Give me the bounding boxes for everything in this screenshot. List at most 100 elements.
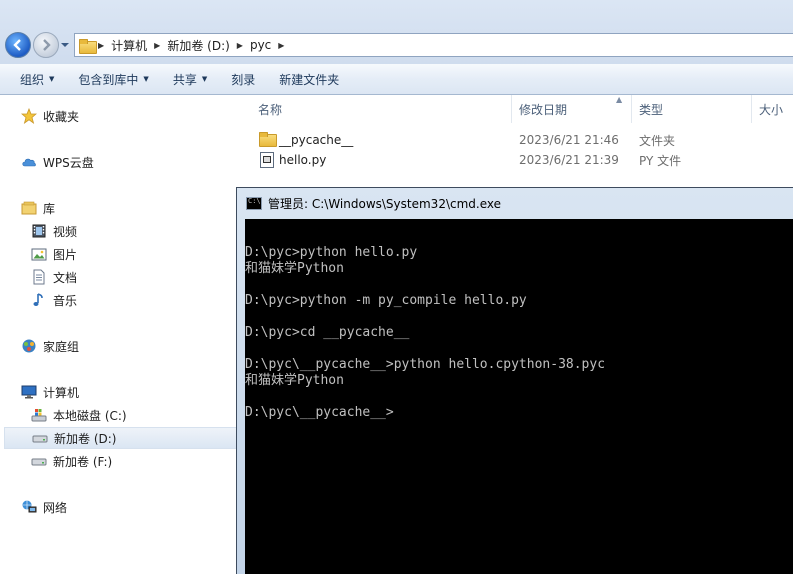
nav-item-homegroup[interactable]: 家庭组 <box>21 335 79 357</box>
chevron-down-icon: ▼ <box>143 75 149 83</box>
nav-item-volume-d[interactable]: 新加卷 (D:) <box>4 427 240 449</box>
nav-label: 新加卷 (D:) <box>54 431 117 446</box>
nav-item-computer[interactable]: 计算机 <box>21 381 79 403</box>
nav-item-pictures[interactable]: 图片 <box>31 243 77 265</box>
organize-button[interactable]: 组织 ▼ <box>8 71 66 88</box>
arrow-right-icon <box>43 39 51 51</box>
breadcrumb-separator-icon[interactable]: ▶ <box>234 41 246 50</box>
breadcrumb-separator-icon[interactable]: ▶ <box>151 41 163 50</box>
file-type: PY 文件 <box>639 153 682 168</box>
cloud-icon <box>21 154 37 170</box>
drive-icon <box>32 430 48 446</box>
console-line: D:\pyc>python -m py_compile hello.py <box>245 293 527 308</box>
nav-item-videos[interactable]: 视频 <box>31 220 77 242</box>
cmd-title: 管理员: C:\Windows\System32\cmd.exe <box>268 196 501 211</box>
recent-pages-dropdown-icon[interactable] <box>60 40 70 50</box>
command-toolbar: 组织 ▼ 包含到库中 ▼ 共享 ▼ 刻录 新建文件夹 <box>0 64 793 95</box>
file-list-header: ▲ 名称 修改日期 类型 大小 <box>240 95 793 123</box>
console-line: D:\pyc>python hello.py <box>245 245 418 260</box>
cmd-title-bar[interactable]: 管理员: C:\Windows\System32\cmd.exe <box>237 188 793 218</box>
chevron-down-icon: ▼ <box>49 75 55 83</box>
console-line: D:\pyc>cd __pycache__ <box>245 325 410 340</box>
file-name: hello.py <box>279 153 327 167</box>
folder-icon <box>79 38 97 54</box>
column-header-modified[interactable]: 修改日期 <box>519 101 567 118</box>
system-drive-icon <box>31 407 47 423</box>
film-icon <box>31 223 47 239</box>
nav-item-local-disk-c[interactable]: 本地磁盘 (C:) <box>31 404 127 426</box>
console-line: D:\pyc\__pycache__>python hello.cpython-… <box>245 357 606 372</box>
nav-label: 视频 <box>53 224 78 239</box>
organize-label: 组织 <box>20 72 45 87</box>
column-divider[interactable] <box>751 95 752 123</box>
nav-label: 计算机 <box>43 385 80 400</box>
share-button[interactable]: 共享 ▼ <box>161 71 219 88</box>
network-icon <box>21 499 37 515</box>
navigation-pane: 收藏夹 WPS云盘 库 视频 图片 文档 音乐 家庭组 计算机 本地磁盘 (C:… <box>0 95 240 574</box>
column-divider[interactable] <box>631 95 632 123</box>
column-header-size[interactable]: 大小 <box>759 101 783 118</box>
burn-label: 刻录 <box>231 72 256 87</box>
nav-label: 文档 <box>53 270 78 285</box>
column-header-name[interactable]: 名称 <box>258 101 282 118</box>
nav-item-music[interactable]: 音乐 <box>31 289 77 311</box>
back-button[interactable] <box>5 32 31 58</box>
address-bar-area: ▶ 计算机 ▶ 新加卷 (D:) ▶ pyc ▶ <box>0 0 793 64</box>
cmd-icon <box>246 196 262 210</box>
nav-item-wps-cloud[interactable]: WPS云盘 <box>21 151 94 173</box>
folder-icon <box>259 132 277 147</box>
file-type: 文件夹 <box>639 133 676 148</box>
new-folder-label: 新建文件夹 <box>279 72 340 87</box>
cmd-window[interactable]: 管理员: C:\Windows\System32\cmd.exe D:\pyc>… <box>236 187 793 574</box>
arrow-left-icon <box>13 39 21 51</box>
nav-label: WPS云盘 <box>43 155 94 170</box>
document-icon <box>31 269 47 285</box>
address-box[interactable]: ▶ 计算机 ▶ 新加卷 (D:) ▶ pyc ▶ <box>74 33 793 57</box>
breadcrumb-volume-d[interactable]: 新加卷 (D:) <box>163 37 233 54</box>
column-header-type[interactable]: 类型 <box>639 101 663 118</box>
nav-item-documents[interactable]: 文档 <box>31 266 77 288</box>
file-modified: 2023/6/21 21:39 <box>519 153 619 167</box>
nav-item-libraries[interactable]: 库 <box>21 197 55 219</box>
cmd-console[interactable]: D:\pyc>python hello.py 和猫妹学Python D:\pyc… <box>245 219 793 574</box>
nav-label: 本地磁盘 (C:) <box>53 408 127 423</box>
nav-label: 家庭组 <box>43 339 80 354</box>
share-label: 共享 <box>172 72 197 87</box>
console-line: 和猫妹学Python <box>245 373 344 388</box>
drive-icon <box>31 453 47 469</box>
nav-label: 新加卷 (F:) <box>53 454 113 469</box>
forward-button[interactable] <box>33 32 59 58</box>
star-icon <box>20 107 38 124</box>
nav-label: 网络 <box>43 500 68 515</box>
nav-label: 库 <box>43 201 56 216</box>
console-line: 和猫妹学Python <box>245 261 344 276</box>
file-row[interactable]: __pycache__ 2023/6/21 21:46 文件夹 <box>256 130 793 150</box>
column-divider[interactable] <box>511 95 512 123</box>
nav-item-volume-f[interactable]: 新加卷 (F:) <box>31 450 112 472</box>
library-icon <box>21 200 37 216</box>
computer-icon <box>21 384 37 400</box>
breadcrumb-separator-icon[interactable]: ▶ <box>275 41 287 50</box>
python-file-icon <box>260 152 274 171</box>
breadcrumb-pyc[interactable]: pyc <box>246 38 275 52</box>
burn-button[interactable]: 刻录 <box>219 71 267 88</box>
chevron-down-icon: ▼ <box>201 75 208 83</box>
include-in-library-button[interactable]: 包含到库中 ▼ <box>66 71 160 88</box>
file-row[interactable]: hello.py 2023/6/21 21:39 PY 文件 <box>256 150 793 170</box>
picture-icon <box>31 246 47 262</box>
breadcrumb-computer[interactable]: 计算机 <box>107 37 151 54</box>
homegroup-icon <box>21 338 37 354</box>
file-modified: 2023/6/21 21:46 <box>519 133 619 147</box>
console-line: D:\pyc\__pycache__> <box>245 405 394 420</box>
new-folder-button[interactable]: 新建文件夹 <box>267 71 351 88</box>
file-name: __pycache__ <box>279 133 354 147</box>
nav-label: 收藏夹 <box>43 109 80 124</box>
music-note-icon <box>31 292 47 308</box>
nav-item-favorites[interactable]: 收藏夹 <box>20 105 80 127</box>
nav-item-network[interactable]: 网络 <box>21 496 67 518</box>
